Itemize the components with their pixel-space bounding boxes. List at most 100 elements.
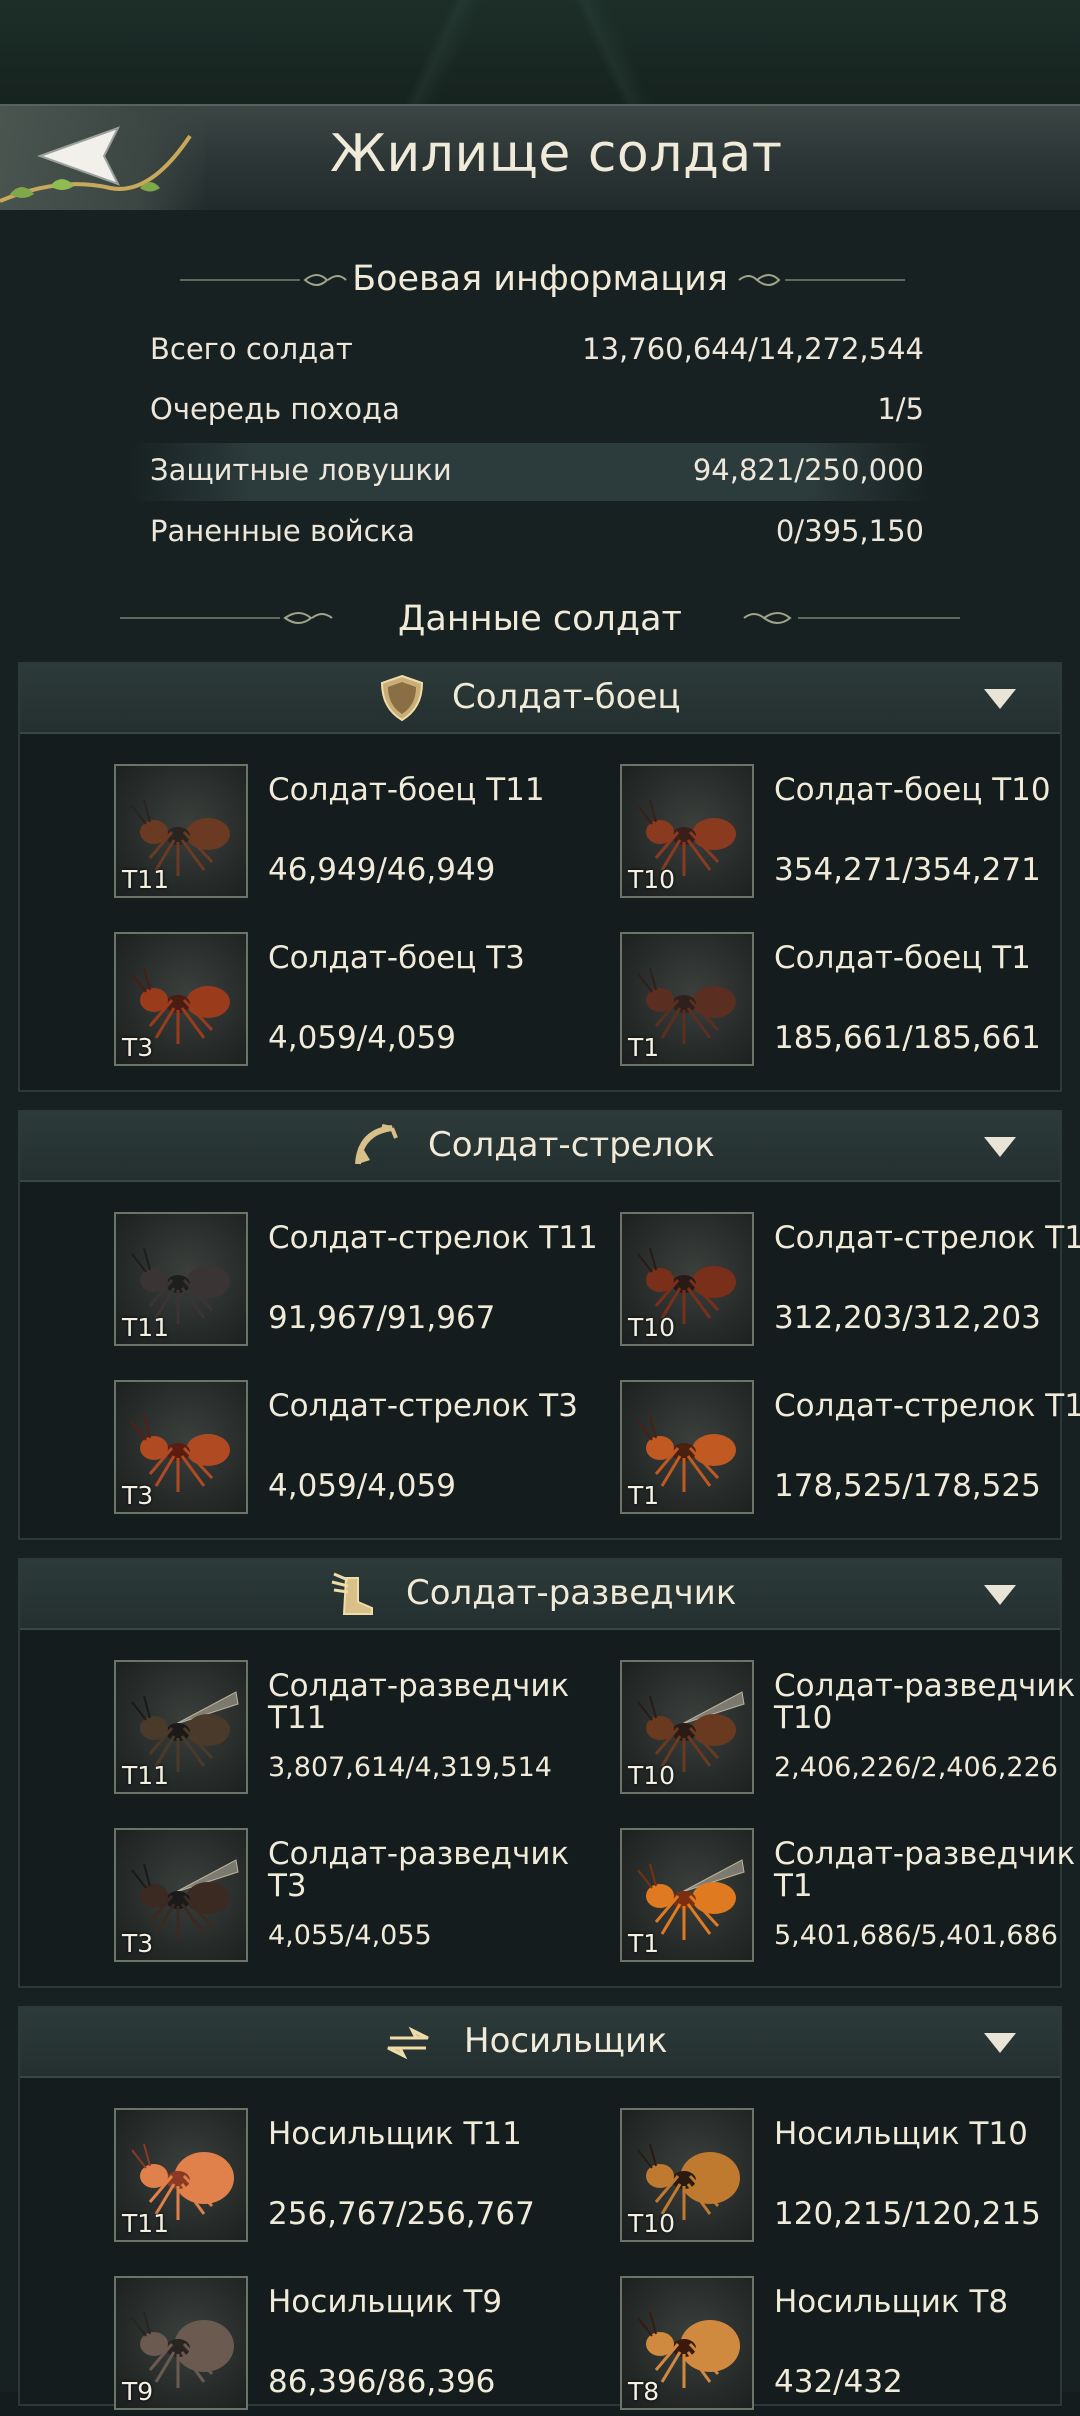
tier-badge: T3 — [122, 1481, 154, 1510]
unit-name: Солдат-стрелок T1 — [774, 1388, 1080, 1424]
ornament-right — [743, 612, 960, 624]
unit-thumbnail[interactable]: T8 — [620, 2276, 754, 2410]
stat-value: 1/5 — [877, 392, 924, 426]
stat-row-wounded-troops: Раненные войска 0/395,150 — [130, 504, 930, 562]
battle-info-title: Боевая информация — [352, 259, 728, 299]
unit-count: 4,059/4,059 — [268, 1468, 456, 1504]
unit-card[interactable]: T3 Солдат-боец T3 4,059/4,059 — [114, 932, 614, 1072]
unit-thumbnail[interactable]: T11 — [114, 764, 248, 898]
unit-thumbnail[interactable]: T1 — [620, 932, 754, 1066]
stat-value: 94,821/250,000 — [692, 453, 924, 487]
unit-name: Солдат-боец T3 — [268, 940, 525, 976]
unit-count: 256,767/256,767 — [268, 2196, 535, 2232]
bow-icon — [355, 1124, 398, 1165]
unit-count: 4,059/4,059 — [268, 1020, 456, 1056]
unit-card[interactable]: T11 Носильщик T11 256,767/256,767 — [114, 2108, 614, 2248]
stat-label: Очередь похода — [150, 392, 400, 426]
unit-card[interactable]: T1 Солдат-боец T1 185,661/185,661 — [620, 932, 1080, 1072]
unit-count: 432/432 — [774, 2364, 903, 2400]
unit-count: 2,406,226/2,406,226 — [774, 1752, 1058, 1783]
unit-card[interactable]: T3 Солдат-разведчик T3 4,055/4,055 — [114, 1828, 614, 1968]
unit-name: Носильщик T8 — [774, 2284, 1009, 2320]
unit-thumbnail[interactable]: T9 — [114, 2276, 248, 2410]
back-arrow-icon — [0, 126, 192, 203]
chevron-down-icon[interactable] — [984, 2033, 1016, 2053]
stat-row-total-soldiers: Всего солдат 13,760,644/14,272,544 — [130, 322, 930, 380]
unit-count: 185,661/185,661 — [774, 1020, 1041, 1056]
chevron-down-icon[interactable] — [984, 689, 1016, 709]
unit-thumbnail[interactable]: T3 — [114, 1380, 248, 1514]
unit-card[interactable]: T1 Солдат-стрелок T1 178,525/178,525 — [620, 1380, 1080, 1520]
stat-value: 13,760,644/14,272,544 — [582, 332, 924, 366]
unit-thumbnail[interactable]: T10 — [620, 1660, 754, 1794]
tier-badge: T3 — [122, 1033, 154, 1062]
unit-thumbnail[interactable]: T1 — [620, 1828, 754, 1962]
stat-row-defense-traps: Защитные ловушки 94,821/250,000 — [130, 443, 930, 501]
unit-card[interactable]: T9 Носильщик T9 86,396/86,396 — [114, 2276, 614, 2416]
back-button[interactable] — [0, 106, 205, 210]
category-header[interactable]: Солдат-боец — [20, 664, 1060, 734]
tier-badge: T10 — [628, 1761, 676, 1790]
unit-card[interactable]: T11 Солдат-стрелок T11 91,967/91,967 — [114, 1212, 614, 1352]
unit-name: Солдат-стрелок T10 — [774, 1220, 1080, 1256]
unit-thumbnail[interactable]: T10 — [620, 2108, 754, 2242]
unit-card[interactable]: T10 Носильщик T10 120,215/120,215 — [620, 2108, 1080, 2248]
unit-name: Солдат-разведчик T1 — [774, 1836, 1076, 1904]
unit-card[interactable]: T3 Солдат-стрелок T3 4,059/4,059 — [114, 1380, 614, 1520]
unit-name: Солдат-боец T1 — [774, 940, 1031, 976]
header-bar: Жилище солдат — [0, 104, 1080, 212]
unit-name: Солдат-боец T10 — [774, 772, 1051, 808]
unit-count: 3,807,614/4,319,514 — [268, 1752, 552, 1783]
unit-name: Носильщик T10 — [774, 2116, 1028, 2152]
unit-count: 354,271/354,271 — [774, 852, 1041, 888]
unit-card[interactable]: T10 Солдат-боец T10 354,271/354,271 — [620, 764, 1080, 904]
shield-icon — [380, 674, 424, 722]
unit-thumbnail[interactable]: T3 — [114, 1828, 248, 1962]
tier-badge: T11 — [122, 865, 170, 894]
unit-count: 120,215/120,215 — [774, 2196, 1041, 2232]
transport-arrows-icon — [387, 2026, 429, 2060]
unit-count: 312,203/312,203 — [774, 1300, 1041, 1336]
unit-card[interactable]: T11 Солдат-разведчик T11 3,807,614/4,319,5… — [114, 1660, 614, 1800]
unit-card[interactable]: T1 Солдат-разведчик T1 5,401,686/5,401,686 — [620, 1828, 1080, 1968]
unit-thumbnail[interactable]: T11 — [114, 1212, 248, 1346]
tier-badge: T10 — [628, 1313, 676, 1342]
tier-badge: T1 — [628, 1929, 660, 1958]
tier-badge: T1 — [628, 1033, 660, 1062]
chevron-down-icon[interactable] — [984, 1137, 1016, 1157]
tier-badge: T3 — [122, 1929, 154, 1958]
tier-badge: T1 — [628, 1481, 660, 1510]
unit-name: Солдат-стрелок T3 — [268, 1388, 578, 1424]
stat-label: Всего солдат — [150, 332, 353, 366]
unit-name: Носильщик T9 — [268, 2284, 503, 2320]
unit-thumbnail[interactable]: T10 — [620, 1212, 754, 1346]
unit-name: Солдат-разведчик T3 — [268, 1836, 570, 1904]
unit-thumbnail[interactable]: T3 — [114, 932, 248, 1066]
tier-badge: T10 — [628, 2209, 676, 2238]
tier-badge: T11 — [122, 1313, 170, 1342]
unit-count: 46,949/46,949 — [268, 852, 496, 888]
unit-card[interactable]: T10 Солдат-разведчик T10 2,406,226/2,406,2… — [620, 1660, 1080, 1800]
page-title: Жилище солдат — [330, 124, 783, 184]
unit-thumbnail[interactable]: T10 — [620, 764, 754, 898]
unit-card[interactable]: T11 Солдат-боец T11 46,949/46,949 — [114, 764, 614, 904]
category-title: Солдат-боец — [452, 677, 681, 717]
category-header[interactable]: Солдат-разведчик — [20, 1560, 1060, 1630]
unit-thumbnail[interactable]: T1 — [620, 1380, 754, 1514]
tier-badge: T11 — [122, 2209, 170, 2238]
unit-name: Солдат-стрелок T11 — [268, 1220, 598, 1256]
stat-row-march-queue: Очередь похода 1/5 — [130, 382, 930, 440]
category-header[interactable]: Носильщик — [20, 2008, 1060, 2078]
top-background — [0, 0, 1080, 104]
category-header[interactable]: Солдат-стрелок — [20, 1112, 1060, 1182]
unit-thumbnail[interactable]: T11 — [114, 2108, 248, 2242]
stat-label: Раненные войска — [150, 514, 415, 548]
unit-card[interactable]: T10 Солдат-стрелок T10 312,203/312,203 — [620, 1212, 1080, 1352]
unit-name: Солдат-разведчик T10 — [774, 1668, 1076, 1736]
unit-count: 178,525/178,525 — [774, 1468, 1041, 1504]
unit-card[interactable]: T8 Носильщик T8 432/432 — [620, 2276, 1080, 2416]
category-title: Носильщик — [464, 2021, 668, 2061]
chevron-down-icon[interactable] — [984, 1585, 1016, 1605]
unit-thumbnail[interactable]: T11 — [114, 1660, 248, 1794]
tier-badge: T11 — [122, 1761, 170, 1790]
